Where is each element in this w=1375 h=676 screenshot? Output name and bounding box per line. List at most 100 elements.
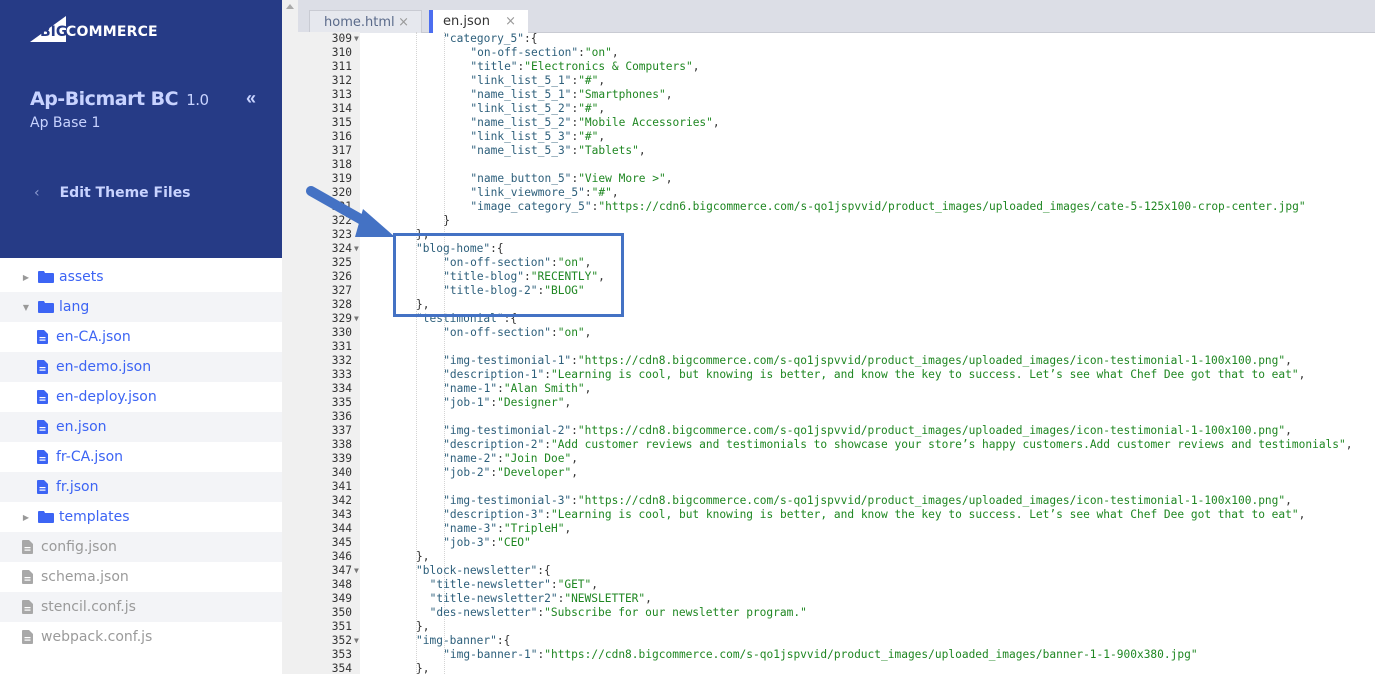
json-key: "link_viewmore_5" xyxy=(470,186,585,199)
tree-item[interactable]: webpack.conf.js xyxy=(0,622,282,652)
punctuation: , xyxy=(571,466,578,479)
code-text: "on-off-section":"on", xyxy=(470,46,618,60)
file-icon xyxy=(37,480,48,494)
scroll-up-icon[interactable] xyxy=(286,4,294,9)
tree-item[interactable]: ▶ templates xyxy=(0,502,282,532)
caret-right-icon[interactable]: ▶ xyxy=(22,513,30,522)
file-icon xyxy=(37,330,48,344)
code-line: 333 "description-1":"Learning is cool, bu… xyxy=(298,368,1375,382)
tab-en-json[interactable]: en.json × xyxy=(429,10,528,33)
tree-item[interactable]: en-CA.json xyxy=(0,322,282,352)
fold-toggle-icon[interactable]: ▼ xyxy=(354,564,359,578)
close-icon[interactable]: × xyxy=(505,14,516,29)
tree-item[interactable]: fr-CA.json xyxy=(0,442,282,472)
code-text: "name-2":"Join Doe", xyxy=(443,452,578,466)
json-key: "img-banner" xyxy=(416,634,497,647)
line-number: 332 xyxy=(331,354,352,367)
json-value: "https://cdn8.bigcommerce.com/s-qo1jspvv… xyxy=(577,494,1286,507)
line-number: 348 xyxy=(331,578,352,591)
tab-home-html[interactable]: home.html × xyxy=(309,10,422,33)
punctuation: , xyxy=(584,326,592,339)
caret-right-icon[interactable]: ▶ xyxy=(22,273,30,282)
code-text: "img-testimonial-2":"https://cdn8.bigcom… xyxy=(443,424,1292,438)
json-value: "Join Doe" xyxy=(503,452,572,465)
code-line: 339 "name-2":"Join Doe", xyxy=(298,452,1375,466)
tree-item[interactable]: config.json xyxy=(0,532,282,562)
code-line: 345 "job-3":"CEO" xyxy=(298,536,1375,550)
json-key: "name-3" xyxy=(443,522,498,535)
code-text: "job-3":"CEO" xyxy=(443,536,531,550)
line-number: 312 xyxy=(331,74,352,87)
json-value: "NEWSLETTER" xyxy=(564,592,646,605)
tree-item[interactable]: fr.json xyxy=(0,472,282,502)
punctuation: } xyxy=(443,214,450,227)
json-key: "link_list_5_1" xyxy=(470,74,572,87)
tree-item-label: fr.json xyxy=(56,479,99,495)
json-value: "Developer" xyxy=(497,466,572,479)
code-line: 351}, xyxy=(298,620,1375,634)
theme-variant: Ap Base 1 xyxy=(30,115,101,131)
theme-name-label: Ap-Bicmart BC xyxy=(30,88,179,110)
code-text: "job-2":"Developer", xyxy=(443,466,578,480)
json-key: "link_list_5_3" xyxy=(470,130,572,143)
json-value: "View More >" xyxy=(578,172,666,185)
punctuation: }, xyxy=(416,620,430,633)
code-line: 347 ▼ "block-newsletter":{ xyxy=(298,564,1375,578)
json-value: "Alan Smith" xyxy=(503,382,585,395)
tree-item[interactable]: en-demo.json xyxy=(0,352,282,382)
tree-item[interactable]: ▶ assets xyxy=(0,262,282,292)
punctuation: , xyxy=(571,452,578,465)
tree-item-label: assets xyxy=(59,269,104,285)
json-value: "#" xyxy=(578,130,599,143)
code-line: 346}, xyxy=(298,550,1375,564)
code-text: "link_list_5_2":"#", xyxy=(470,102,605,116)
code-line: 338 "description-2":"Add customer reviews… xyxy=(298,438,1375,452)
colon: : xyxy=(584,186,592,199)
close-icon[interactable]: × xyxy=(398,15,409,30)
json-value: "Learning is cool, but knowing is better… xyxy=(550,368,1299,381)
code-line: 313 "name_list_5_1":"Smartphones", xyxy=(298,88,1375,102)
caret-down-icon[interactable]: ▼ xyxy=(22,303,30,312)
code-area[interactable]: 309 ▼ "category_5":{310 "on-off-section":"o… xyxy=(298,32,1375,676)
json-value: "on" xyxy=(557,326,585,339)
tree-item[interactable]: ▼ lang xyxy=(0,292,282,322)
json-key: "job-1" xyxy=(443,396,491,409)
code-line: 343 "description-3":"Learning is cool, bu… xyxy=(298,508,1375,522)
tree-item-label: webpack.conf.js xyxy=(41,629,153,645)
code-line: 322} xyxy=(298,214,1375,228)
fold-toggle-icon[interactable]: ▼ xyxy=(354,312,359,326)
colon: : xyxy=(550,326,558,339)
punctuation: , xyxy=(611,186,619,199)
fold-toggle-icon[interactable]: ▼ xyxy=(354,634,359,648)
code-line: 310 "on-off-section":"on", xyxy=(298,46,1375,60)
sidebar-scrollbar[interactable] xyxy=(282,0,298,674)
json-value: "CEO" xyxy=(497,536,531,549)
code-line: 315 "name_list_5_2":"Mobile Accessories", xyxy=(298,116,1375,130)
punctuation: , xyxy=(638,144,646,157)
tree-item[interactable]: en.json xyxy=(0,412,282,442)
tree-item[interactable]: en-deploy.json xyxy=(0,382,282,412)
line-number: 347 xyxy=(331,564,352,577)
tree-item-label: en-demo.json xyxy=(56,359,152,375)
punctuation: , xyxy=(665,88,673,101)
fold-toggle-icon[interactable]: ▼ xyxy=(354,32,359,46)
code-line: 353 "img-banner-1":"https://cdn8.bigcomme… xyxy=(298,648,1375,662)
code-text: "des-newsletter":"Subscribe for our news… xyxy=(430,606,807,620)
code-text: "img-banner-1":"https://cdn8.bigcommerce… xyxy=(443,648,1197,662)
sidebar-header: BIG COMMERCE Ap-Bicmart BC 1.0 Ap Base 1… xyxy=(0,0,282,258)
code-text: }, xyxy=(416,620,429,634)
code-line: 317 "name_list_5_3":"Tablets", xyxy=(298,144,1375,158)
tree-item-label: en-CA.json xyxy=(56,329,131,345)
tree-item-label: en.json xyxy=(56,419,107,435)
json-key: "job-2" xyxy=(443,466,491,479)
tree-item-label: lang xyxy=(59,299,90,315)
line-number: 335 xyxy=(331,396,352,409)
tree-item[interactable]: stencil.conf.js xyxy=(0,592,282,622)
file-icon xyxy=(37,390,48,404)
tree-item[interactable]: schema.json xyxy=(0,562,282,592)
punctuation: , xyxy=(692,60,700,73)
json-key: "img-testimonial-3" xyxy=(443,494,572,507)
collapse-sidebar-icon[interactable]: « xyxy=(246,88,256,109)
edit-theme-files-link[interactable]: ‹ Edit Theme Files xyxy=(34,185,191,201)
code-text: "on-off-section":"on", xyxy=(443,326,591,340)
